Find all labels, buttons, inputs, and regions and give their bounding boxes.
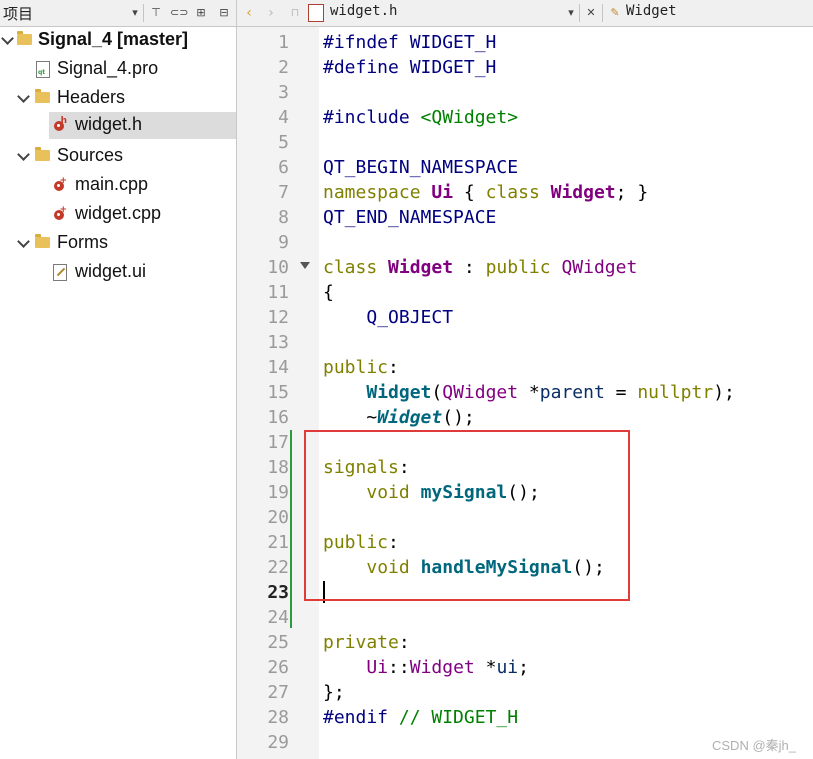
code-line: class Widget : public QWidget: [323, 257, 638, 278]
file-dropdown-icon[interactable]: ▾: [563, 5, 579, 21]
line-number: 7: [278, 182, 289, 203]
line-number: 26: [267, 657, 289, 678]
tree-item-main-cpp[interactable]: + main.cpp: [0, 172, 236, 199]
split-icon[interactable]: ⊞: [193, 5, 209, 21]
line-number: 14: [267, 357, 289, 378]
tree-item-label: main.cpp: [75, 174, 149, 194]
close-panel-icon[interactable]: ⊟: [216, 5, 232, 21]
code-line: QT_END_NAMESPACE: [323, 207, 497, 228]
line-number: 2: [278, 57, 289, 78]
open-file-tab[interactable]: widget.h: [330, 3, 397, 19]
symbol-selector[interactable]: Widget: [626, 3, 677, 19]
line-number: 27: [267, 682, 289, 703]
line-number: 10: [267, 257, 289, 278]
form-file-icon: [53, 264, 69, 281]
tree-item-label: Forms: [57, 232, 108, 252]
filter-icon[interactable]: ⊤: [148, 5, 164, 21]
tree-item-widget-cpp[interactable]: + widget.cpp: [0, 201, 236, 228]
code-line: #ifndef WIDGET_H: [323, 32, 497, 53]
tree-item-project[interactable]: Signal_4 [master]: [0, 27, 236, 54]
line-number: 5: [278, 132, 289, 153]
tree-item-widget-ui[interactable]: widget.ui: [0, 259, 236, 286]
project-panel-header: 项目 ▾ ⊤ ⊂⊃ ⊞ ⊟: [0, 0, 237, 26]
tree-item-headers[interactable]: Headers: [0, 85, 236, 112]
code-line: };: [323, 682, 345, 703]
code-line: Q_OBJECT: [366, 307, 454, 328]
lock-icon: ⊓: [290, 6, 300, 19]
code-line: Widget(QWidget *parent = nullptr);: [366, 382, 735, 403]
line-number: 8: [278, 207, 289, 228]
expand-arrow-icon[interactable]: [16, 89, 30, 105]
line-number: 20: [267, 507, 289, 528]
line-number: 24: [267, 607, 289, 628]
tree-item-label: Signal_4.pro: [57, 58, 159, 78]
tree-item-label: Headers: [57, 87, 126, 107]
pro-file-icon: qt: [36, 61, 52, 78]
line-number: 28: [267, 707, 289, 728]
line-number: 29: [267, 732, 289, 753]
tree-item-widget-h[interactable]: h widget.h: [49, 112, 236, 139]
forward-arrow-icon[interactable]: ›: [263, 5, 279, 21]
tree-item-pro-file[interactable]: qt Signal_4.pro: [0, 56, 236, 83]
project-folder-icon: [17, 31, 33, 48]
line-number: 11: [267, 282, 289, 303]
code-line: QT_BEGIN_NAMESPACE: [323, 157, 519, 178]
line-number: 16: [267, 407, 289, 428]
line-number: 6: [278, 157, 289, 178]
source-file-icon: +: [53, 177, 69, 193]
line-number: 15: [267, 382, 289, 403]
code-line: #endif // WIDGET_H: [323, 707, 519, 728]
tree-item-forms[interactable]: Forms: [0, 230, 236, 257]
close-file-icon[interactable]: ✕: [583, 5, 599, 21]
code-line: {: [323, 282, 334, 303]
tree-item-label: Sources: [57, 145, 124, 165]
line-number: 12: [267, 307, 289, 328]
header-file-icon: h: [53, 117, 69, 133]
code-line: namespace Ui { class Widget; }: [323, 182, 649, 203]
tree-item-sources[interactable]: Sources: [0, 143, 236, 170]
change-marker: [290, 430, 292, 628]
line-number: 4: [278, 107, 289, 128]
watermark: CSDN @秦jh_: [712, 738, 796, 753]
tree-item-label: widget.cpp: [75, 203, 162, 223]
top-toolbar: 项目 ▾ ⊤ ⊂⊃ ⊞ ⊟ ‹ › ⊓ widget.h ▾ ✕ ✎ Widge…: [0, 0, 813, 27]
line-number: 17: [267, 432, 289, 453]
folder-icon: [35, 234, 51, 251]
project-panel-title: 项目: [3, 5, 34, 23]
fold-arrow-icon[interactable]: [300, 262, 310, 269]
code-line: ~Widget();: [366, 407, 475, 428]
line-number: 22: [267, 557, 289, 578]
expand-arrow-icon[interactable]: [0, 31, 14, 47]
code-line: private:: [323, 632, 410, 653]
source-file-icon: +: [53, 206, 69, 222]
annotation-highlight-box: [304, 430, 630, 601]
folder-icon: [35, 147, 51, 164]
tree-item-label: Signal_4 [master]: [38, 29, 189, 49]
line-number: 13: [267, 332, 289, 353]
line-number: 18: [267, 457, 289, 478]
folder-icon: [35, 89, 51, 106]
line-number: 3: [278, 82, 289, 103]
project-tree: Signal_4 [master] qt Signal_4.pro Header…: [0, 27, 237, 759]
line-number: 21: [267, 532, 289, 553]
tree-item-label: widget.h: [75, 114, 143, 134]
expand-arrow-icon[interactable]: [16, 147, 30, 163]
line-number: 9: [278, 232, 289, 253]
panel-dropdown-icon[interactable]: ▾: [127, 5, 143, 21]
line-number: 1: [278, 32, 289, 53]
header-file-icon: [308, 4, 324, 22]
line-number: 19: [267, 482, 289, 503]
class-symbol-icon: ✎: [610, 6, 620, 19]
tree-item-label: widget.ui: [75, 261, 147, 281]
code-line: #define WIDGET_H: [323, 57, 497, 78]
line-number: 23: [267, 582, 289, 603]
code-line: #include <QWidget>: [323, 107, 519, 128]
link-icon[interactable]: ⊂⊃: [170, 5, 188, 21]
code-line: Ui::Widget *ui;: [366, 657, 529, 678]
code-line: public:: [323, 357, 399, 378]
line-number: 25: [267, 632, 289, 653]
back-arrow-icon[interactable]: ‹: [241, 5, 257, 21]
expand-arrow-icon[interactable]: [16, 234, 30, 250]
